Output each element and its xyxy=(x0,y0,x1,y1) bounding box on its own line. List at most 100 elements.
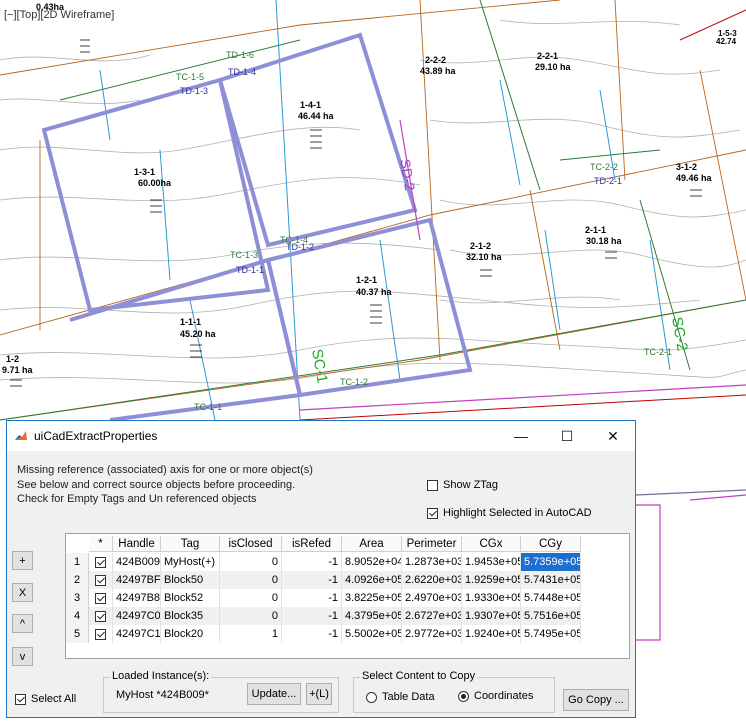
cell-cgx[interactable]: 1.9240e+05 xyxy=(462,625,521,643)
cell-isclosed[interactable]: 0 xyxy=(220,571,282,589)
minimize-button[interactable]: — xyxy=(498,421,544,451)
extract-properties-window: uiCadExtractProperties — ☐ ✕ Missing ref… xyxy=(6,420,636,718)
cell-handle[interactable]: 424B009 xyxy=(113,553,161,571)
show-ztag-box[interactable] xyxy=(427,479,438,491)
cell-isrefed[interactable]: -1 xyxy=(282,607,342,625)
move-down-button[interactable]: v xyxy=(12,647,33,666)
row-checkbox[interactable] xyxy=(95,556,106,568)
coordinates-radio[interactable]: Coordinates xyxy=(458,690,533,702)
col-area[interactable]: Area xyxy=(342,536,402,552)
cell-area[interactable]: 8.9052e+04 xyxy=(342,553,402,571)
cell-handle[interactable]: 42497C0 xyxy=(113,607,161,625)
cell-tag[interactable]: Block50 xyxy=(161,571,220,589)
cell-isclosed[interactable]: 1 xyxy=(220,625,282,643)
cell-cgy[interactable]: 5.7431e+05 xyxy=(521,571,581,589)
purple-outline xyxy=(635,489,746,496)
add-row-button[interactable]: + xyxy=(12,551,33,570)
svg-text:TD-2-1: TD-2-1 xyxy=(594,176,622,186)
table-data-radio-circle[interactable] xyxy=(366,691,377,703)
row-number[interactable]: 4 xyxy=(66,607,89,625)
show-ztag-checkbox[interactable]: Show ZTag xyxy=(427,479,498,491)
coordinates-radio-circle[interactable] xyxy=(458,690,469,702)
select-all-checkbox[interactable]: Select All xyxy=(15,693,76,705)
cell-isclosed[interactable]: 0 xyxy=(220,589,282,607)
system-labels: SD-2 SC-1 SC-2 xyxy=(308,158,691,385)
cell-cgx[interactable]: 1.9330e+05 xyxy=(462,589,521,607)
row-checkbox[interactable] xyxy=(95,610,106,622)
cell-handle[interactable]: 42497B8 xyxy=(113,589,161,607)
svg-text:42.74: 42.74 xyxy=(716,37,737,46)
row-number[interactable]: 1 xyxy=(66,553,89,571)
table-row[interactable]: 1 424B009 MyHost(+) 0 -1 8.9052e+04 1.2873e+03… xyxy=(66,553,581,571)
cell-cgy[interactable]: 5.7516e+05 xyxy=(521,607,581,625)
row-number[interactable]: 3 xyxy=(66,589,89,607)
maximize-button[interactable]: ☐ xyxy=(544,421,590,451)
close-button[interactable]: ✕ xyxy=(590,421,636,451)
row-checkbox[interactable] xyxy=(95,628,106,640)
delete-row-button[interactable]: X xyxy=(12,583,33,602)
row-checkbox-cell[interactable] xyxy=(89,607,113,625)
cell-perimeter[interactable]: 2.6727e+03 xyxy=(402,607,462,625)
cell-tag[interactable]: Block52 xyxy=(161,589,220,607)
move-up-button[interactable]: ^ xyxy=(12,614,33,633)
table-row[interactable]: 3 42497B8 Block52 0 -1 3.8225e+05 2.4970e+03 1.… xyxy=(66,589,581,607)
cell-tag[interactable]: Block20 xyxy=(161,625,220,643)
cell-tag[interactable]: MyHost(+) xyxy=(161,553,220,571)
col-isrefed[interactable]: isRefed xyxy=(282,536,342,552)
cell-cgy[interactable]: 5.7359e+05 xyxy=(521,553,581,571)
col-isclosed[interactable]: isClosed xyxy=(220,536,282,552)
row-checkbox[interactable] xyxy=(95,574,106,586)
cell-isclosed[interactable]: 0 xyxy=(220,553,282,571)
row-checkbox-cell[interactable] xyxy=(89,553,113,571)
cell-area[interactable]: 5.5002e+05 xyxy=(342,625,402,643)
cell-area[interactable]: 3.8225e+05 xyxy=(342,589,402,607)
svg-text:1-2-1: 1-2-1 xyxy=(356,275,377,285)
cell-handle[interactable]: 42497C1 xyxy=(113,625,161,643)
cell-isrefed[interactable]: -1 xyxy=(282,571,342,589)
cell-cgx[interactable]: 1.9259e+05 xyxy=(462,571,521,589)
cell-cgx[interactable]: 1.9307e+05 xyxy=(462,607,521,625)
row-checkbox-cell[interactable] xyxy=(89,589,113,607)
row-number[interactable]: 2 xyxy=(66,571,89,589)
go-copy-button[interactable]: Go Copy ... xyxy=(563,689,629,711)
cell-tag[interactable]: Block35 xyxy=(161,607,220,625)
cell-isclosed[interactable]: 0 xyxy=(220,607,282,625)
viewport-label[interactable]: [−][Top][2D Wireframe] xyxy=(4,9,114,21)
cell-perimeter[interactable]: 1.2873e+03 xyxy=(402,553,462,571)
select-all-box[interactable] xyxy=(15,693,26,705)
table-data-radio[interactable]: Table Data xyxy=(366,691,435,703)
col-tag[interactable]: Tag xyxy=(161,536,220,552)
cell-handle[interactable]: 42497BF xyxy=(113,571,161,589)
table-row[interactable]: 2 42497BF Block50 0 -1 4.0926e+05 2.6220e+03 1.… xyxy=(66,571,581,589)
highlight-selected-box[interactable] xyxy=(427,507,438,519)
update-button[interactable]: Update... xyxy=(247,683,301,705)
row-checkbox-cell[interactable] xyxy=(89,571,113,589)
table-row[interactable]: 4 42497C0 Block35 0 -1 4.3795e+05 2.6727e+03 1.… xyxy=(66,607,581,625)
cell-area[interactable]: 4.0926e+05 xyxy=(342,571,402,589)
col-perimeter[interactable]: Perimeter xyxy=(402,536,462,552)
col-star[interactable]: * xyxy=(89,536,113,552)
cell-isrefed[interactable]: -1 xyxy=(282,589,342,607)
plus-l-button[interactable]: +(L) xyxy=(306,683,332,705)
properties-table[interactable]: * Handle Tag isClosed isRefed Area Perim… xyxy=(65,533,630,659)
title-bar[interactable]: uiCadExtractProperties — ☐ ✕ xyxy=(7,421,635,451)
cell-cgx[interactable]: 1.9453e+05 xyxy=(462,553,521,571)
cell-perimeter[interactable]: 2.6220e+03 xyxy=(402,571,462,589)
row-checkbox-cell[interactable] xyxy=(89,625,113,643)
table-row[interactable]: 5 42497C1 Block20 1 -1 5.5002e+05 2.9772e+03 1.… xyxy=(66,625,581,643)
cell-cgy[interactable]: 5.7495e+05 xyxy=(521,625,581,643)
col-cgy[interactable]: CGy xyxy=(521,536,581,552)
highlight-selected-checkbox[interactable]: Highlight Selected in AutoCAD xyxy=(427,507,592,519)
cell-perimeter[interactable]: 2.4970e+03 xyxy=(402,589,462,607)
col-cgx[interactable]: CGx xyxy=(462,536,521,552)
col-handle[interactable]: Handle xyxy=(113,536,161,552)
cell-isrefed[interactable]: -1 xyxy=(282,553,342,571)
cell-area[interactable]: 4.3795e+05 xyxy=(342,607,402,625)
cell-cgy[interactable]: 5.7448e+05 xyxy=(521,589,581,607)
cell-isrefed[interactable]: -1 xyxy=(282,625,342,643)
arrow-marks xyxy=(10,39,702,387)
matlab-icon xyxy=(14,429,28,443)
row-number[interactable]: 5 xyxy=(66,625,89,643)
cell-perimeter[interactable]: 2.9772e+03 xyxy=(402,625,462,643)
row-checkbox[interactable] xyxy=(95,592,106,604)
